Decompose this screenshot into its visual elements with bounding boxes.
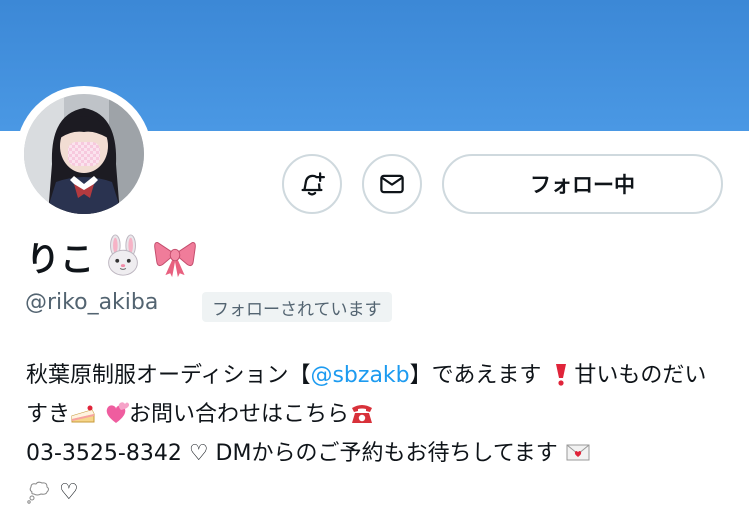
thought-balloon-icon [26,478,52,504]
bio-text-5: 03-3525-8342 ♡ DMからのご予約もお待ちしてます [26,441,558,466]
bio: 秋葉原制服オーディション【@sbzakb】であえます 甘いものだいすき お問い合… [26,356,726,512]
envelope-icon [380,174,404,194]
cake-icon [70,400,96,426]
rabbit-face-icon [108,234,138,276]
handle: @riko_akiba [25,290,159,315]
mention-link[interactable]: @sbzakb [310,363,409,388]
following-button[interactable]: フォロー中 [442,154,723,214]
display-name-text: りこ [26,239,94,280]
follows-you-badge: フォローされています [202,292,392,322]
bio-text-4: お問い合わせはこちら [129,402,350,427]
avatar[interactable] [24,94,144,214]
love-letter-icon [565,439,591,465]
notify-button[interactable] [282,154,342,214]
telephone-icon [349,400,375,426]
bio-text-1: 秋葉原制服オーディション【 [26,363,311,388]
revolving-hearts-icon [103,400,130,426]
bell-plus-icon [301,172,325,196]
message-button[interactable] [362,154,422,214]
ribbon-icon [154,241,196,278]
bio-text-6: ♡ [59,480,79,505]
exclamation-icon [548,361,574,387]
bio-text-2: 】であえます [409,363,542,388]
display-name: りこ [26,228,198,284]
